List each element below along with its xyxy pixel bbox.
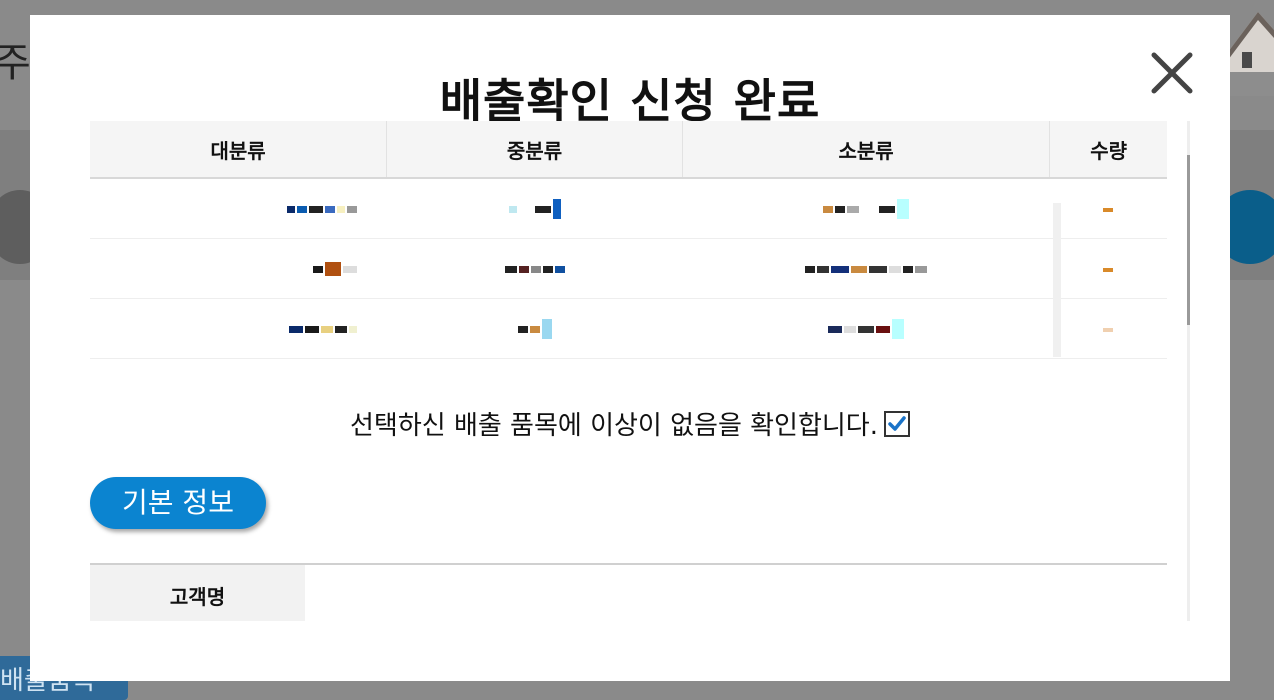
modal-scroll-area[interactable]: 대분류 중분류 소분류 수량 고객명 (90, 121, 1190, 621)
house-icon (1228, 12, 1274, 96)
confirm-checkbox[interactable] (884, 410, 910, 437)
close-icon (1151, 52, 1193, 94)
confirmation-modal: 배출확인 신청 완료 대분류 중분류 소분류 수량 고객명 선택하신 배출 품목… (30, 15, 1230, 681)
redacted-value (288, 319, 357, 339)
redacted-value (286, 199, 357, 219)
redacted-value (1103, 200, 1114, 220)
modal-scrollbar-thumb[interactable] (1187, 155, 1190, 325)
redacted-value (508, 199, 561, 220)
table-row[interactable] (90, 178, 1167, 239)
table-scrollbar[interactable] (1053, 203, 1061, 357)
redacted-value (805, 259, 928, 279)
basic-info-button[interactable]: 기본 정보 (90, 477, 266, 529)
redacted-value (1103, 320, 1114, 340)
customer-name-label: 고객명 (90, 565, 305, 621)
redacted-value (823, 199, 910, 220)
close-button[interactable] (1148, 49, 1196, 97)
checkmark-icon (888, 415, 906, 431)
confirm-text: 선택하신 배출 품목에 이상이 없음을 확인합니다. (350, 411, 878, 441)
header-quantity: 수량 (1049, 121, 1167, 179)
redacted-value (1103, 260, 1114, 280)
table-row[interactable] (90, 238, 1167, 299)
header-middle-category: 중분류 (386, 121, 683, 179)
header-minor-category: 소분류 (682, 121, 1051, 179)
redacted-value (504, 259, 565, 279)
redacted-value (828, 319, 905, 340)
header-major-category: 대분류 (90, 121, 388, 179)
redacted-value (517, 319, 552, 340)
redacted-value (312, 259, 357, 279)
items-table: 대분류 중분류 소분류 수량 (90, 121, 1167, 359)
table-row[interactable] (90, 298, 1167, 359)
confirm-row: 선택하신 배출 품목에 이상이 없음을 확인합니다. (30, 405, 1230, 442)
